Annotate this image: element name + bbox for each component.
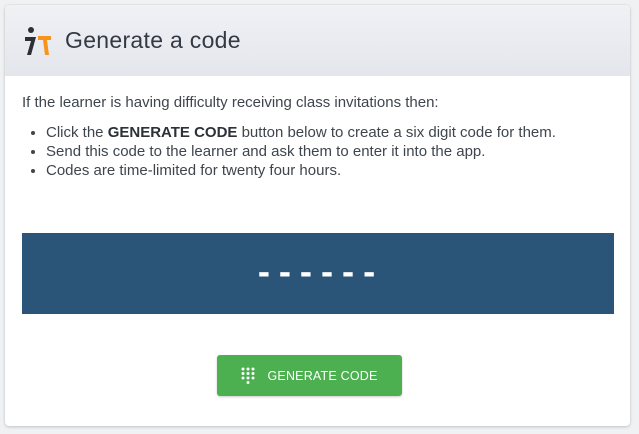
- generate-code-button-label: GENERATE CODE: [267, 368, 378, 383]
- intro-text: If the learner is having difficulty rece…: [22, 94, 439, 111]
- instruction-prefix: Click the: [46, 124, 108, 141]
- card-body: If the learner is having difficulty rece…: [5, 76, 630, 180]
- card-header: Generate a code: [5, 5, 630, 76]
- instruction-emphasis: GENERATE CODE: [107, 124, 238, 141]
- instruction-item: Click the GENERATE CODE button below to …: [46, 123, 613, 142]
- code-display-panel: ------: [22, 233, 614, 314]
- instruction-item: Send this code to the learner and ask th…: [46, 142, 613, 161]
- instruction-suffix: button below to create a six digit code …: [237, 124, 556, 141]
- code-value: ------: [254, 256, 382, 291]
- page-title: Generate a code: [65, 27, 241, 53]
- brand-logo-icon: [25, 26, 51, 55]
- instruction-list: Click the GENERATE CODE button below to …: [22, 123, 613, 180]
- dialpad-icon: [241, 367, 255, 384]
- generate-code-button[interactable]: GENERATE CODE: [217, 355, 402, 396]
- instruction-item: Codes are time-limited for twenty four h…: [46, 161, 613, 180]
- generate-code-card: Generate a code If the learner is having…: [5, 5, 630, 426]
